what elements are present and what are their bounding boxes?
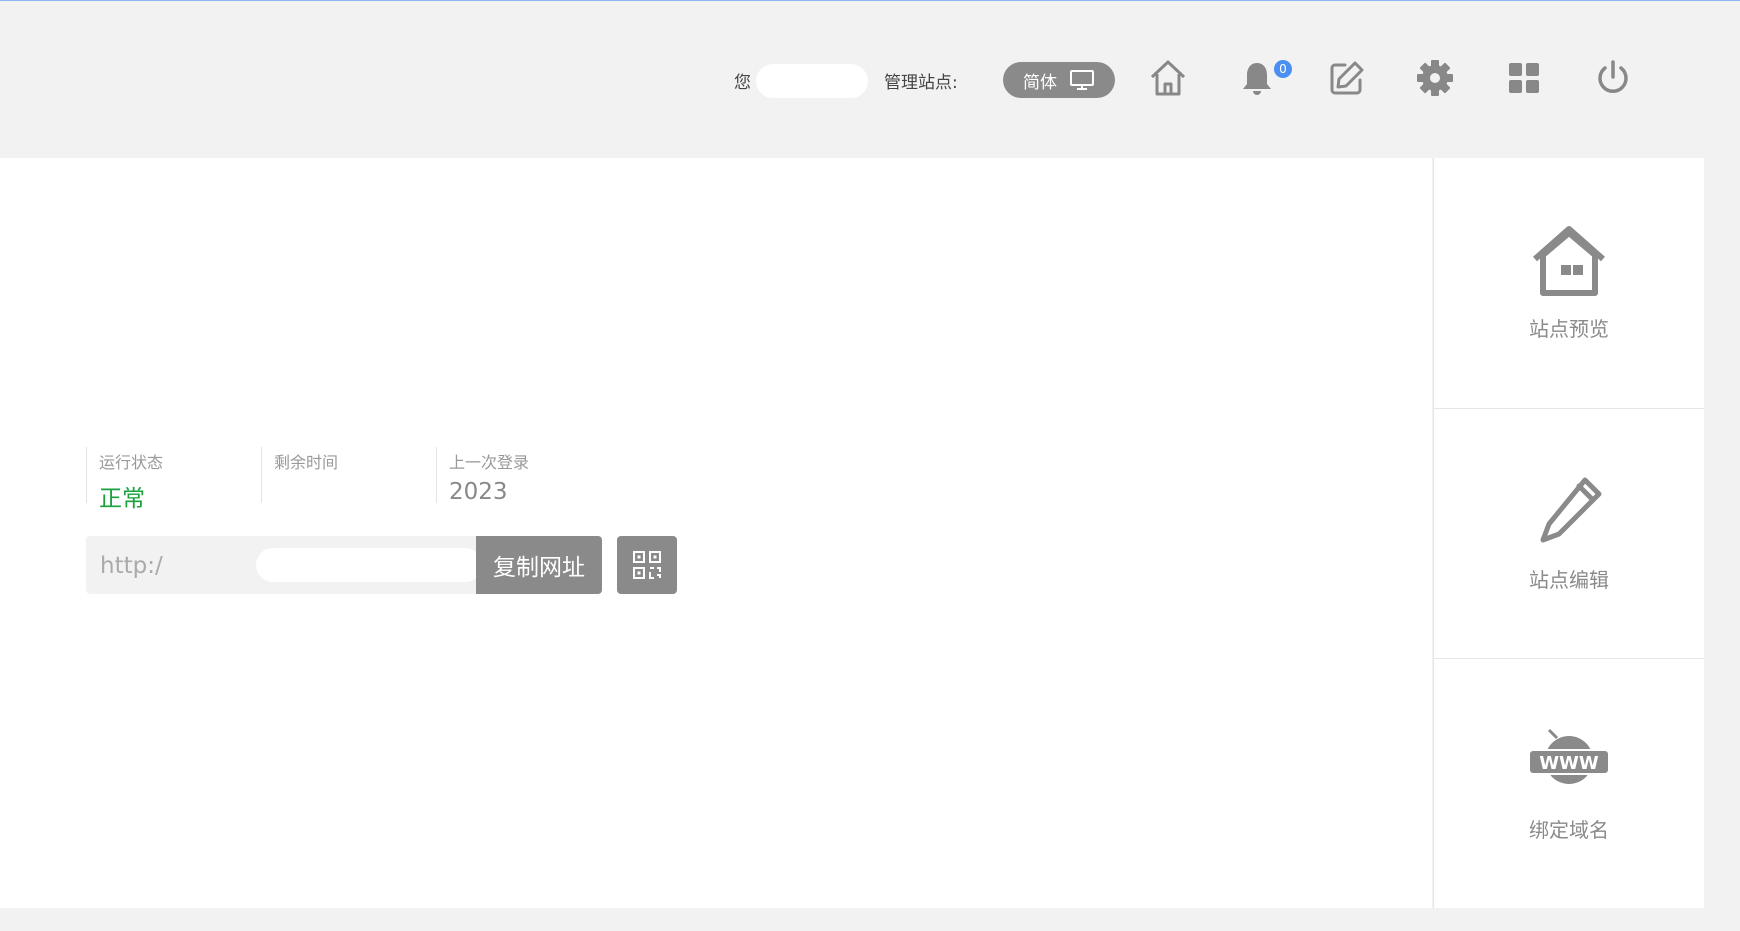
last-login-label: 上一次登录 [449, 453, 530, 472]
greeting-text: 您 [734, 73, 751, 93]
language-switch-button[interactable]: 简体 [1003, 62, 1115, 98]
pencil-icon [1540, 477, 1602, 543]
qr-code-button[interactable] [617, 536, 677, 594]
last-login: 上一次登录 2023 [436, 447, 611, 505]
site-url-text: http:/ [100, 553, 163, 579]
status-row: 运行状态 正常 剩余时间 上一次登录 2023 [86, 447, 611, 512]
bind-domain-label: 绑定域名 [1529, 818, 1609, 842]
svg-text:WWW: WWW [1539, 753, 1599, 774]
run-status-value: 正常 [99, 486, 145, 512]
settings-button[interactable] [1414, 57, 1456, 99]
main-panel: 运行状态 正常 剩余时间 上一次登录 2023 http:/ 复制网址 [0, 158, 1432, 908]
redacted-url [256, 548, 482, 582]
last-login-value: 2023 [449, 479, 508, 505]
bell-icon [1243, 63, 1271, 95]
site-url-field[interactable]: http:/ [86, 536, 482, 594]
house-icon [1533, 226, 1605, 296]
edit-button[interactable] [1325, 57, 1367, 99]
bind-domain-button[interactable]: WWW 绑定域名 [1434, 658, 1704, 908]
notification-badge: 0 [1274, 60, 1292, 78]
remaining-time-label: 剩余时间 [274, 453, 339, 472]
logout-button[interactable] [1592, 57, 1634, 99]
home-icon [1150, 60, 1186, 96]
monitor-icon [1070, 70, 1094, 90]
apps-button[interactable] [1503, 57, 1545, 99]
site-edit-label: 站点编辑 [1529, 568, 1609, 592]
notification-button[interactable] [1236, 57, 1278, 99]
header-bar: 您 管理站点: 简体 0 [0, 1, 1740, 158]
run-status: 运行状态 正常 [86, 447, 261, 512]
quick-actions-sidebar: 站点预览 站点编辑 WWW 绑定域名 [1433, 158, 1704, 908]
run-status-label: 运行状态 [99, 453, 164, 472]
gear-icon [1417, 60, 1453, 96]
site-edit-button[interactable]: 站点编辑 [1434, 408, 1704, 658]
manage-site-label: 管理站点: [884, 73, 958, 93]
page-footer-strip [0, 908, 1740, 931]
language-label: 简体 [1023, 72, 1057, 93]
copy-url-button[interactable]: 复制网址 [476, 536, 602, 594]
www-globe-icon: WWW [1528, 728, 1610, 784]
power-icon [1598, 60, 1628, 93]
edit-icon [1330, 61, 1364, 95]
home-button[interactable] [1147, 57, 1189, 99]
remaining-time: 剩余时间 [261, 447, 436, 503]
apps-grid-icon [1509, 63, 1539, 93]
site-preview-label: 站点预览 [1529, 317, 1609, 341]
qr-code-icon [633, 551, 661, 579]
redacted-username [756, 64, 868, 98]
site-preview-button[interactable]: 站点预览 [1434, 158, 1704, 407]
